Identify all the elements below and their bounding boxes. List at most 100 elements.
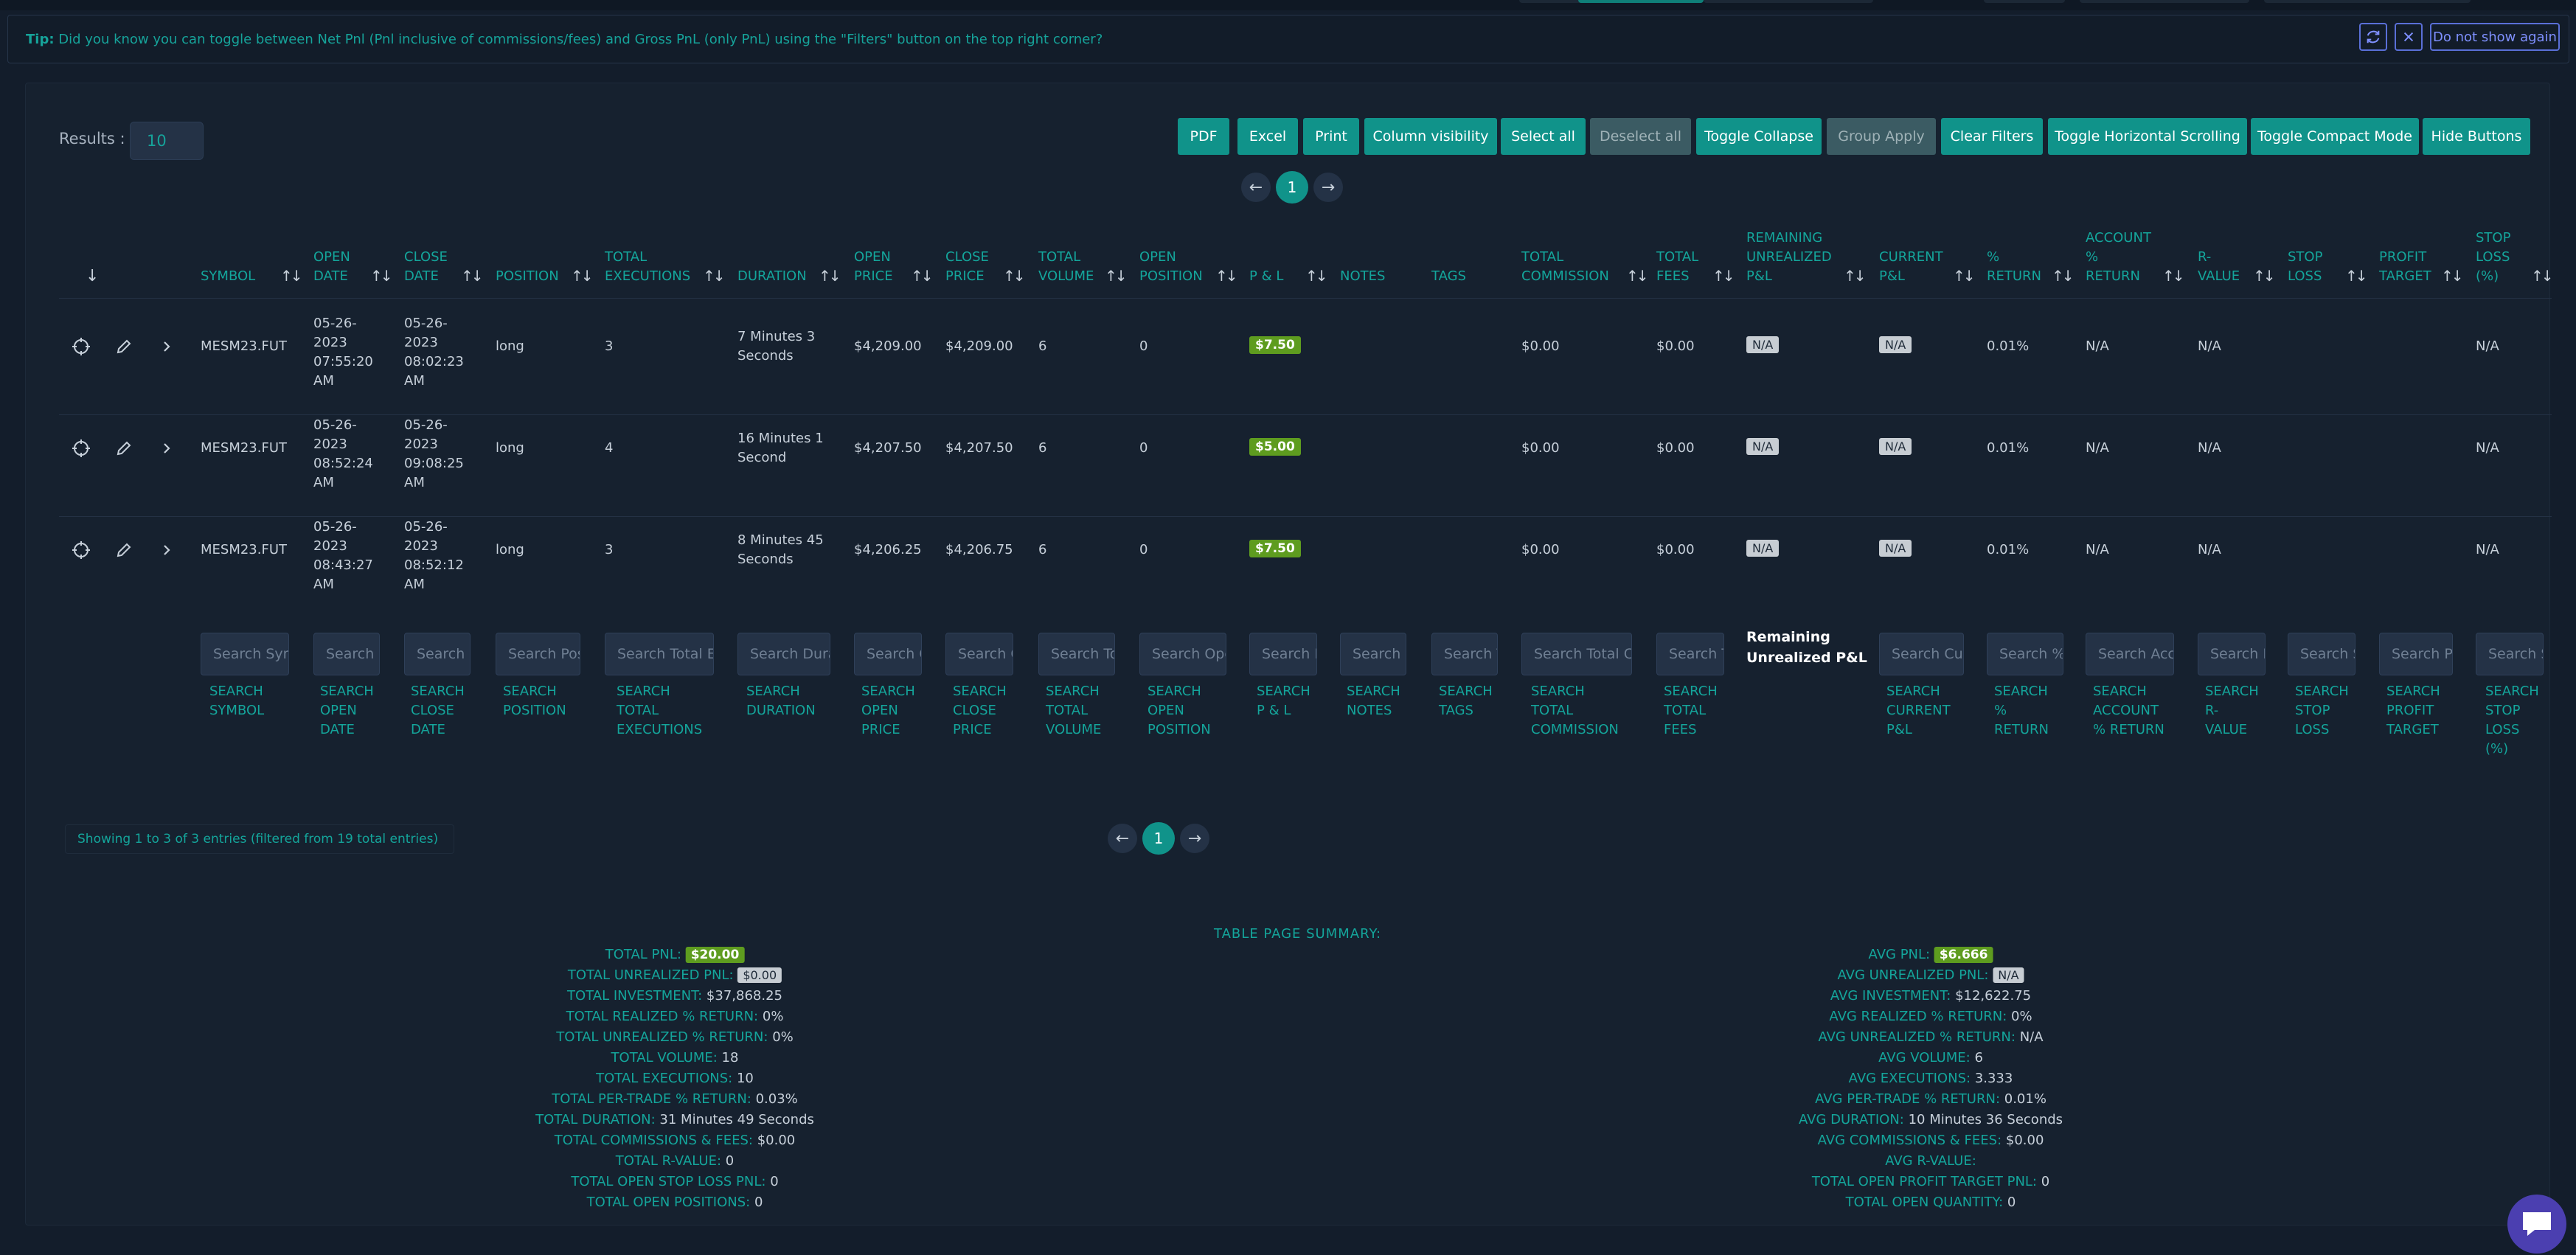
sort-icon[interactable]: ↑↓ — [280, 267, 302, 285]
search-duration-input[interactable]: Search Duration — [737, 633, 830, 675]
header-pct-return[interactable]: % RETURN — [1987, 248, 2041, 286]
edit-icon[interactable] — [114, 438, 134, 459]
header-account-return[interactable]: ACCOUNT% RETURN — [2086, 229, 2151, 286]
search-stop-loss-input[interactable]: Search Stop Loss — [2288, 633, 2355, 675]
sort-icon[interactable]: ↑↓ — [1215, 267, 1237, 285]
sort-icon[interactable]: ↑↓ — [1953, 267, 1975, 285]
excel-button[interactable]: Excel — [1237, 118, 1298, 155]
sort-icon[interactable]: ↑↓ — [2531, 267, 2553, 285]
header-stop-loss[interactable]: STOP LOSS — [2288, 248, 2322, 286]
pnl-badge: $5.00 — [1249, 438, 1301, 456]
search-open-date-input[interactable]: Search Open Date — [313, 633, 380, 675]
clear-filters-button[interactable]: Clear Filters — [1941, 118, 2043, 155]
deselect-all-button[interactable]: Deselect all — [1590, 118, 1691, 155]
search-current-pnl-input[interactable]: Search Current P&L — [1879, 633, 1964, 675]
header-pnl[interactable]: P & L — [1249, 267, 1283, 286]
search-r-value-input[interactable]: Search R-Value — [2198, 633, 2266, 675]
toggle-collapse-button[interactable]: Toggle Collapse — [1696, 118, 1822, 155]
chat-button[interactable] — [2507, 1195, 2566, 1254]
header-current-pnl[interactable]: CURRENT P&L — [1879, 248, 1943, 286]
toggle-horizontal-scrolling-button[interactable]: Toggle Horizontal Scrolling — [2048, 118, 2247, 155]
search-position-input[interactable]: Search Position — [496, 633, 580, 675]
crosshair-icon[interactable] — [71, 438, 91, 459]
search-account-return-input[interactable]: Search Account % Return — [2086, 633, 2174, 675]
header-position[interactable]: POSITION — [496, 267, 559, 286]
search-pct-return-input[interactable]: Search % Return — [1987, 633, 2063, 675]
sort-icon[interactable]: ↑↓ — [2052, 267, 2074, 285]
search-stop-loss-pct-input[interactable]: Search Stop Loss (%) — [2476, 633, 2544, 675]
search-open-position-input[interactable]: Search Open Position — [1139, 633, 1226, 675]
header-symbol[interactable]: SYMBOL — [201, 267, 255, 286]
label-text: TAGS — [1439, 703, 1473, 718]
sort-icon[interactable]: ↑↓ — [1305, 267, 1327, 285]
close-icon[interactable] — [2395, 23, 2423, 51]
search-total-commission-input[interactable]: Search Total Commission — [1521, 633, 1632, 675]
chevron-right-icon[interactable] — [156, 438, 177, 459]
search-close-date-input[interactable]: Search Close Date — [404, 633, 471, 675]
edit-icon[interactable] — [114, 540, 134, 560]
chevron-right-icon[interactable] — [156, 540, 177, 560]
sort-icon[interactable]: ↑↓ — [1003, 267, 1025, 285]
header-close-price[interactable]: CLOSE PRICE — [945, 248, 989, 286]
header-open-position[interactable]: OPEN POSITION — [1139, 248, 1203, 286]
search-total-executions-input[interactable]: Search Total Executions — [605, 633, 714, 675]
toggle-compact-mode-button[interactable]: Toggle Compact Mode — [2251, 118, 2419, 155]
header-total-commission[interactable]: TOTAL COMMISSION — [1521, 248, 1609, 286]
sort-icon[interactable]: ↑↓ — [1626, 267, 1648, 285]
sort-icon[interactable]: ↑↓ — [703, 267, 725, 285]
next-page-button[interactable]: → — [1180, 824, 1209, 853]
header-profit-target[interactable]: PROFIT TARGET — [2379, 248, 2431, 286]
search-close-price-input[interactable]: Search Close Price — [945, 633, 1013, 675]
header-remaining-unrealized-pnl[interactable]: REMAINING UNREALIZED P&L — [1746, 229, 1832, 286]
search-symbol-input[interactable]: Search Symbol — [201, 633, 289, 675]
header-total-volume[interactable]: TOTAL VOLUME — [1038, 248, 1094, 286]
sort-icon[interactable]: ↑↓ — [2253, 267, 2275, 285]
search-profit-target-input[interactable]: Search Profit Target — [2379, 633, 2453, 675]
page-1-button[interactable]: 1 — [1142, 822, 1175, 855]
hide-buttons-button[interactable]: Hide Buttons — [2423, 118, 2530, 155]
sort-icon[interactable]: ↑↓ — [1105, 267, 1127, 285]
sort-icon[interactable]: ↑↓ — [370, 267, 392, 285]
header-duration[interactable]: DURATION — [737, 267, 807, 286]
sort-icon[interactable]: ↑↓ — [571, 267, 593, 285]
sort-icon[interactable]: ↑↓ — [2345, 267, 2367, 285]
search-total-volume-input[interactable]: Search Total Volume — [1038, 633, 1115, 675]
sort-icon[interactable]: ↑↓ — [1712, 267, 1735, 285]
pdf-button[interactable]: PDF — [1178, 118, 1229, 155]
chevron-right-icon[interactable] — [156, 336, 177, 357]
header-total-executions[interactable]: TOTAL EXECUTIONS — [605, 248, 690, 286]
sort-icon[interactable]: ↑↓ — [1844, 267, 1866, 285]
header-open-price[interactable]: OPEN PRICE — [854, 248, 893, 286]
sort-icon[interactable]: ↑↓ — [2441, 267, 2463, 285]
print-button[interactable]: Print — [1303, 118, 1359, 155]
search-tags-input[interactable]: Search Tags — [1431, 633, 1498, 675]
group-apply-button[interactable]: Group Apply — [1827, 118, 1936, 155]
expand-all-toggle[interactable]: ↓ — [86, 267, 99, 286]
edit-icon[interactable] — [114, 336, 134, 357]
header-close-date[interactable]: CLOSE DATE — [404, 248, 448, 286]
header-open-date[interactable]: OPEN DATE — [313, 248, 350, 286]
refresh-icon[interactable] — [2359, 23, 2387, 51]
next-page-button[interactable]: → — [1313, 173, 1343, 202]
crosshair-icon[interactable] — [71, 336, 91, 357]
select-all-button[interactable]: Select all — [1501, 118, 1586, 155]
page-1-button[interactable]: 1 — [1276, 171, 1308, 204]
header-total-fees[interactable]: TOTAL FEES — [1656, 248, 1698, 286]
header-stop-loss-pct[interactable]: STOP LOSS (%) — [2476, 229, 2510, 286]
header-r-value[interactable]: R- VALUE — [2198, 248, 2240, 286]
sort-icon[interactable]: ↑↓ — [2162, 267, 2184, 285]
search-notes-input[interactable]: Search Notes — [1340, 633, 1406, 675]
search-total-fees-input[interactable]: Search Total Fees — [1656, 633, 1724, 675]
search-open-price-input[interactable]: Search Open Price — [854, 633, 922, 675]
prev-page-button[interactable]: ← — [1108, 824, 1137, 853]
column-visibility-button[interactable]: Column visibility — [1364, 118, 1497, 155]
sort-icon[interactable]: ↑↓ — [819, 267, 841, 285]
sort-icon[interactable]: ↑↓ — [461, 267, 483, 285]
crosshair-icon[interactable] — [71, 540, 91, 560]
prev-page-button[interactable]: ← — [1241, 173, 1271, 202]
sort-icon[interactable]: ↑↓ — [911, 267, 933, 285]
do-not-show-again-button[interactable]: Do not show again — [2430, 23, 2560, 51]
summary-value: N/A — [1993, 967, 2024, 983]
search-pnl-input[interactable]: Search P & L — [1249, 633, 1317, 675]
results-per-page-input[interactable]: 10 — [130, 122, 204, 160]
